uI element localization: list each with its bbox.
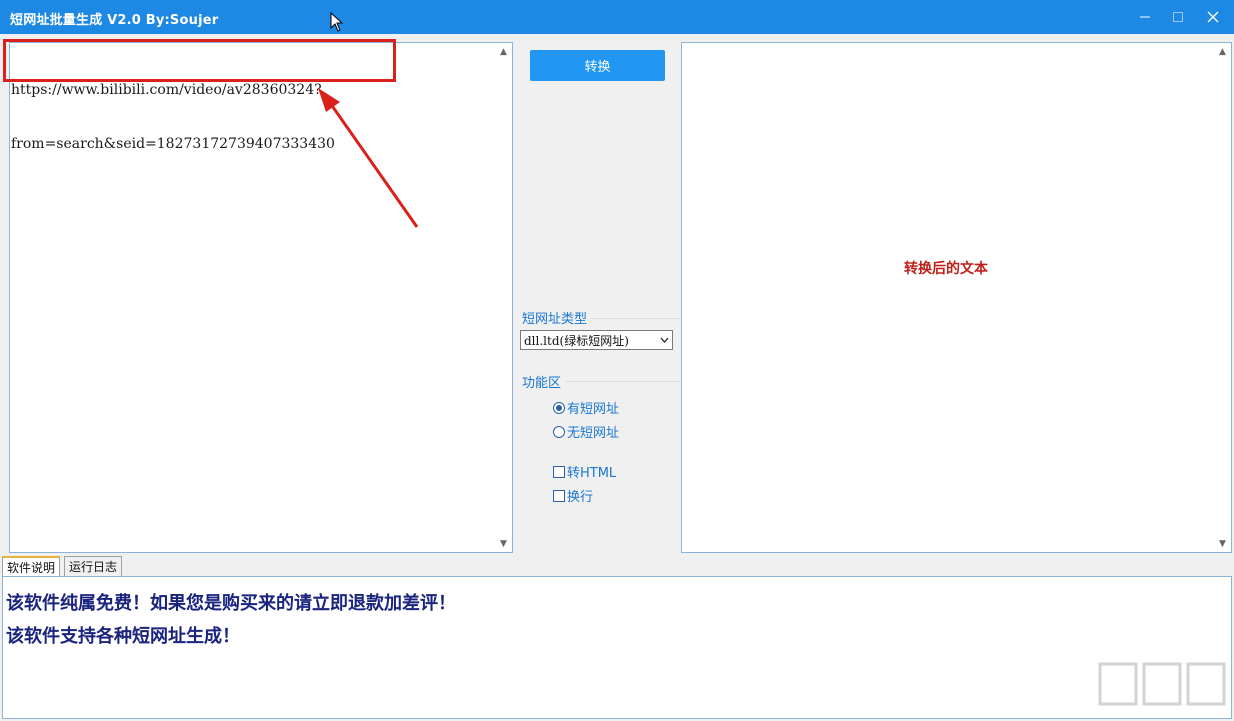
scroll-up-icon[interactable]: ▲ xyxy=(1214,43,1231,60)
window-title: 短网址批量生成 V2.0 By:Soujer xyxy=(10,13,219,28)
title-bar: 短网址批量生成 V2.0 By:Soujer xyxy=(0,0,1234,34)
function-area-label: 功能区 xyxy=(522,376,562,391)
info-line-2: 该软件支持各种短网址生成！ xyxy=(6,626,240,647)
radio-checked-icon xyxy=(553,401,565,414)
scroll-up-icon[interactable]: ▲ xyxy=(495,43,512,60)
tab-run-log[interactable]: 运行日志 xyxy=(64,556,123,576)
mouse-cursor-icon xyxy=(330,12,344,32)
minimize-icon xyxy=(1140,16,1150,18)
radio-has-short-url[interactable]: 有短网址 xyxy=(553,398,619,417)
output-scrollbar[interactable]: ▲ ▼ xyxy=(1214,43,1231,552)
url-line-1: https://www.bilibili.com/video/av2836032… xyxy=(11,82,322,98)
radio-label: 有短网址 xyxy=(567,402,620,417)
radio-label: 无短网址 xyxy=(567,426,620,441)
checkbox-icon xyxy=(553,465,565,478)
radio-unchecked-icon xyxy=(553,425,565,438)
input-scrollbar[interactable]: ▲ ▼ xyxy=(495,43,512,552)
short-url-type-select[interactable]: dll.ltd(绿标短网址) xyxy=(520,330,673,350)
maximize-button[interactable] xyxy=(1163,6,1193,28)
short-url-type-label: 短网址类型 xyxy=(522,312,588,327)
scroll-down-icon[interactable]: ▼ xyxy=(1214,535,1231,552)
highlight-annotation-box xyxy=(3,39,396,82)
group-divider xyxy=(566,381,680,382)
group-divider xyxy=(590,318,680,319)
info-line-1: 该软件纯属免费！如果您是购买来的请立即退款加差评！ xyxy=(6,593,456,614)
checkbox-icon xyxy=(553,489,565,502)
close-icon xyxy=(1207,11,1219,23)
chevron-down-icon xyxy=(660,337,669,343)
radio-no-short-url[interactable]: 无短网址 xyxy=(553,422,619,441)
checkbox-line-break[interactable]: 换行 xyxy=(553,486,593,505)
output-textarea[interactable]: ▲ ▼ xyxy=(681,42,1232,553)
checkbox-label: 转HTML xyxy=(567,466,617,481)
convert-button[interactable]: 转换 xyxy=(530,50,665,81)
maximize-icon xyxy=(1173,12,1183,22)
info-panel: 该软件纯属免费！如果您是购买来的请立即退款加差评！ 该软件支持各种短网址生成！ xyxy=(2,576,1232,719)
watermark-logo-icon xyxy=(1098,662,1226,706)
minimize-button[interactable] xyxy=(1130,6,1160,28)
scroll-down-icon[interactable]: ▼ xyxy=(495,535,512,552)
checkbox-label: 换行 xyxy=(567,490,594,505)
output-placeholder: 转换后的文本 xyxy=(904,261,988,277)
select-value: dll.ltd(绿标短网址) xyxy=(524,333,629,348)
app-window: 短网址批量生成 V2.0 By:Soujer https://www.bilib… xyxy=(0,0,1234,721)
checkbox-to-html[interactable]: 转HTML xyxy=(553,462,616,481)
url-line-2: from=search&seid=18273172739407333430 xyxy=(11,136,335,152)
close-button[interactable] xyxy=(1198,6,1228,28)
annotation-arrow-icon xyxy=(318,88,419,228)
url-input-textarea[interactable]: https://www.bilibili.com/video/av2836032… xyxy=(9,42,513,553)
tab-software-info[interactable]: 软件说明 xyxy=(2,556,61,576)
